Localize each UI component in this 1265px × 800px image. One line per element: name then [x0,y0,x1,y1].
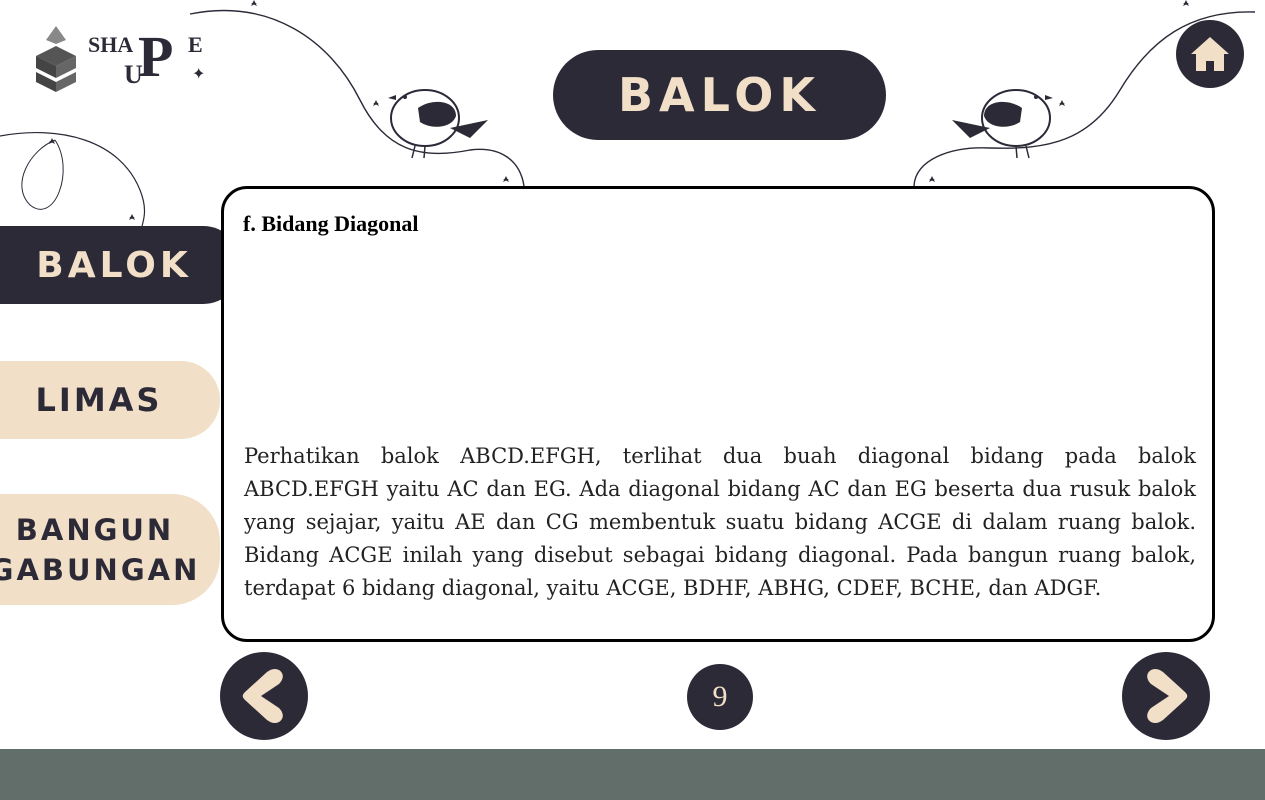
logo-text-e: E [188,32,203,57]
sidebar-item-balok[interactable]: BALOK [0,226,242,304]
logo-text-sha: SHA [88,32,134,57]
app-logo: SHA P E U ✦ [32,22,222,94]
footer-bar [0,749,1265,800]
bird-left-icon [388,89,488,159]
next-page-button[interactable] [1122,652,1210,740]
home-button[interactable] [1176,20,1244,88]
arrow-left-icon [242,668,283,724]
page-title: BALOK [617,68,822,122]
page-title-banner: BALOK [553,50,886,140]
prev-page-button[interactable] [220,652,308,740]
page-number: 9 [687,664,753,730]
home-icon [1191,37,1229,71]
arrow-right-icon [1147,668,1188,724]
sidebar-item-bangun-gabungan[interactable]: BANGUN GABUNGAN [0,494,220,605]
section-heading: f. Bidang Diagonal [243,211,419,236]
stacked-blocks-icon [36,26,76,92]
sidebar-item-limas[interactable]: LIMAS [0,361,220,439]
sparkle-icon: ✦ [192,64,206,83]
content-paragraph: Perhatikan balok ABCD.EFGH, terlihat dua… [244,444,1196,600]
logo-text-u: U [124,60,143,89]
logo-text-p: P [138,24,174,89]
